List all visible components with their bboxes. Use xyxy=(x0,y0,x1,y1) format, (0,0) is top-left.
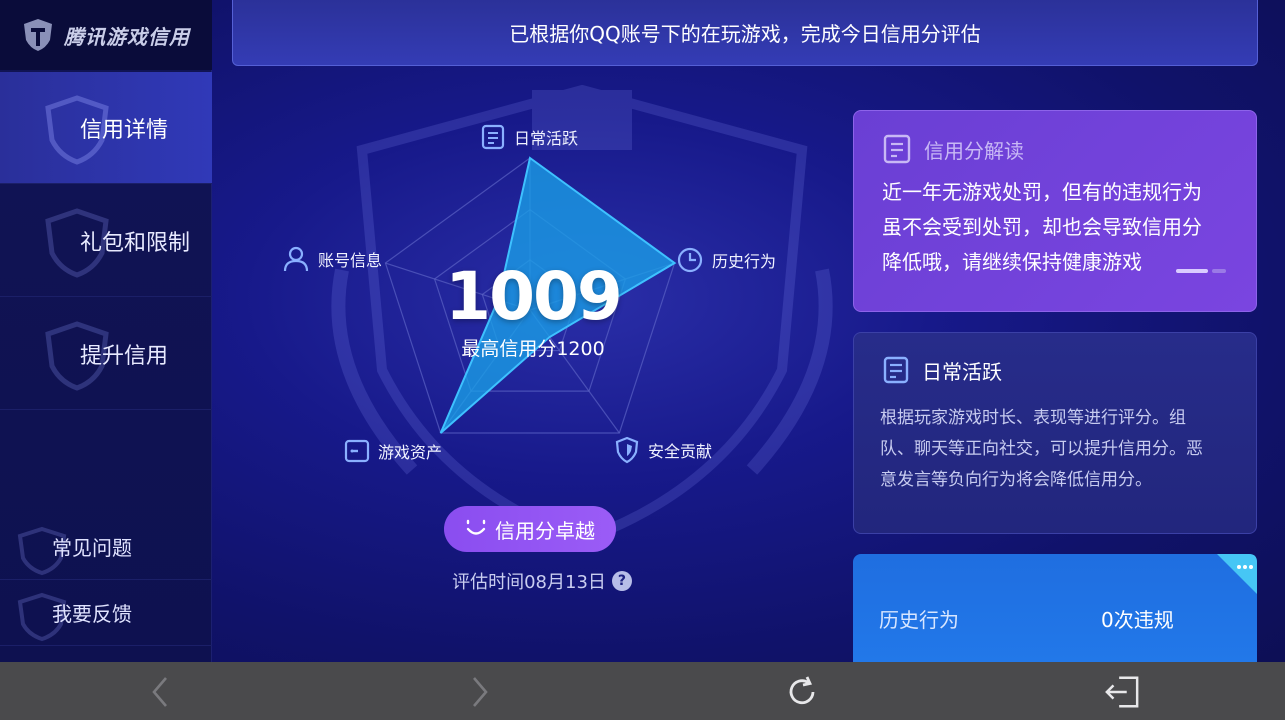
sidebar: 腾讯游戏信用 信用详情 礼包和限制 提升信用 常见问题 我要反馈 xyxy=(0,0,212,662)
radar-axis-label: 账号信息 xyxy=(318,251,383,270)
back-arrow-icon xyxy=(152,677,167,707)
credit-rank-button[interactable]: 信用分卓越 xyxy=(444,506,616,552)
card-body-line: 降低哦，请继续保持健康游戏 xyxy=(882,250,1142,274)
credit-interpretation-card[interactable]: 信用分解读 近一年无游戏处罚，但有的违规行为 虽不会受到处罚，却也会导致信用分 … xyxy=(853,110,1257,312)
pager-dot-active xyxy=(1176,269,1208,273)
radar-axis-game-assets[interactable]: 游戏资产 xyxy=(344,438,442,464)
card-body-line: 近一年无游戏处罚，但有的违规行为 xyxy=(882,180,1202,204)
back-button[interactable] xyxy=(142,674,178,710)
radar-axis-daily-activity[interactable]: 日常活跃 xyxy=(480,124,578,150)
sidebar-item-feedback[interactable]: 我要反馈 xyxy=(0,580,212,646)
card-body: 近一年无游戏处罚，但有的违规行为 虽不会受到处罚，却也会导致信用分 降低哦，请继… xyxy=(882,175,1242,280)
history-value: 0次违规 xyxy=(1101,608,1174,632)
logo-text: 腾讯游戏信用 xyxy=(64,24,190,49)
exit-button[interactable] xyxy=(1104,674,1140,710)
wallet-icon xyxy=(344,439,370,463)
more-corner-icon[interactable] xyxy=(1217,554,1257,594)
radar-axis-label: 日常活跃 xyxy=(514,129,579,148)
evaluation-time: 评估时间08月13日 ? xyxy=(432,568,652,594)
sidebar-item-label: 提升信用 xyxy=(80,343,169,369)
radar-axis-history[interactable]: 历史行为 xyxy=(676,246,776,274)
history-label: 历史行为 xyxy=(879,608,959,632)
card-title-text: 日常活跃 xyxy=(922,359,1002,384)
card-title: 日常活跃 xyxy=(882,355,1002,385)
radar-axis-label: 游戏资产 xyxy=(378,443,443,462)
document-icon xyxy=(883,356,909,384)
card-body-line: 意发言等负向行为将会降低信用分。 xyxy=(880,470,1152,490)
card-body-line: 根据玩家游戏时长、表现等进行评分。组 xyxy=(880,408,1186,428)
max-score-text: 最高信用分1200 xyxy=(461,338,605,360)
card-title: 信用分解读 xyxy=(882,133,1024,165)
forward-arrow-icon xyxy=(473,677,488,707)
sidebar-item-faq[interactable]: 常见问题 xyxy=(0,514,212,580)
daily-activity-card[interactable]: 日常活跃 根据玩家游戏时长、表现等进行评分。组 队、聊天等正向社交，可以提升信用… xyxy=(853,332,1257,534)
evaluation-time-text: 评估时间08月13日 xyxy=(452,572,606,593)
refresh-button[interactable] xyxy=(784,674,820,710)
radar-axis-label: 安全贡献 xyxy=(648,442,713,461)
sidebar-item-label: 礼包和限制 xyxy=(80,230,191,256)
user-icon xyxy=(283,246,309,272)
exit-icon xyxy=(1105,676,1139,708)
forward-button[interactable] xyxy=(462,674,498,710)
sidebar-item-credit-details[interactable]: 信用详情 xyxy=(0,72,212,184)
card-title-text: 信用分解读 xyxy=(924,138,1024,163)
radar-axis-label: 历史行为 xyxy=(712,252,777,271)
card-body: 根据玩家游戏时长、表现等进行评分。组 队、聊天等正向社交，可以提升信用分。恶 意… xyxy=(880,403,1250,496)
logo-badge-icon xyxy=(24,19,52,51)
sidebar-item-label: 常见问题 xyxy=(52,536,132,560)
sidebar-item-improve-credit[interactable]: 提升信用 xyxy=(0,298,212,410)
document-icon xyxy=(481,124,505,150)
history-behavior-card[interactable]: 历史行为 0次违规 xyxy=(853,554,1257,662)
help-icon[interactable]: ? xyxy=(611,571,632,591)
credit-score: 1009 xyxy=(445,258,623,335)
clock-icon xyxy=(677,247,703,273)
document-icon xyxy=(883,134,911,164)
card-body-line: 虽不会受到处罚，却也会导致信用分 xyxy=(882,215,1202,239)
smile-icon xyxy=(466,519,486,535)
credit-radar-chart: 日常活跃 历史行为 安全贡献 游戏资产 账号信息 1009 最高信用分1200 xyxy=(212,0,852,662)
pager-dot xyxy=(1212,269,1226,273)
bottom-navigation-bar xyxy=(0,662,1285,720)
sidebar-item-label: 我要反馈 xyxy=(52,602,132,626)
card-body-line: 队、聊天等正向社交，可以提升信用分。恶 xyxy=(880,439,1203,459)
sidebar-item-gifts-limits[interactable]: 礼包和限制 xyxy=(0,185,212,297)
main-content: 已根据你QQ账号下的在玩游戏，完成今日信用分评估 日常活跃 历史行为 安全贡献 … xyxy=(212,0,1285,662)
refresh-icon xyxy=(789,676,815,705)
radar-axis-security[interactable]: 安全贡献 xyxy=(614,436,712,464)
credit-rank-label: 信用分卓越 xyxy=(495,518,595,543)
radar-axis-account-info[interactable]: 账号信息 xyxy=(282,245,382,273)
app-logo: 腾讯游戏信用 xyxy=(0,0,212,70)
carousel-pager[interactable] xyxy=(1176,269,1226,273)
shield-icon xyxy=(615,436,639,464)
sidebar-item-label: 信用详情 xyxy=(80,117,169,143)
